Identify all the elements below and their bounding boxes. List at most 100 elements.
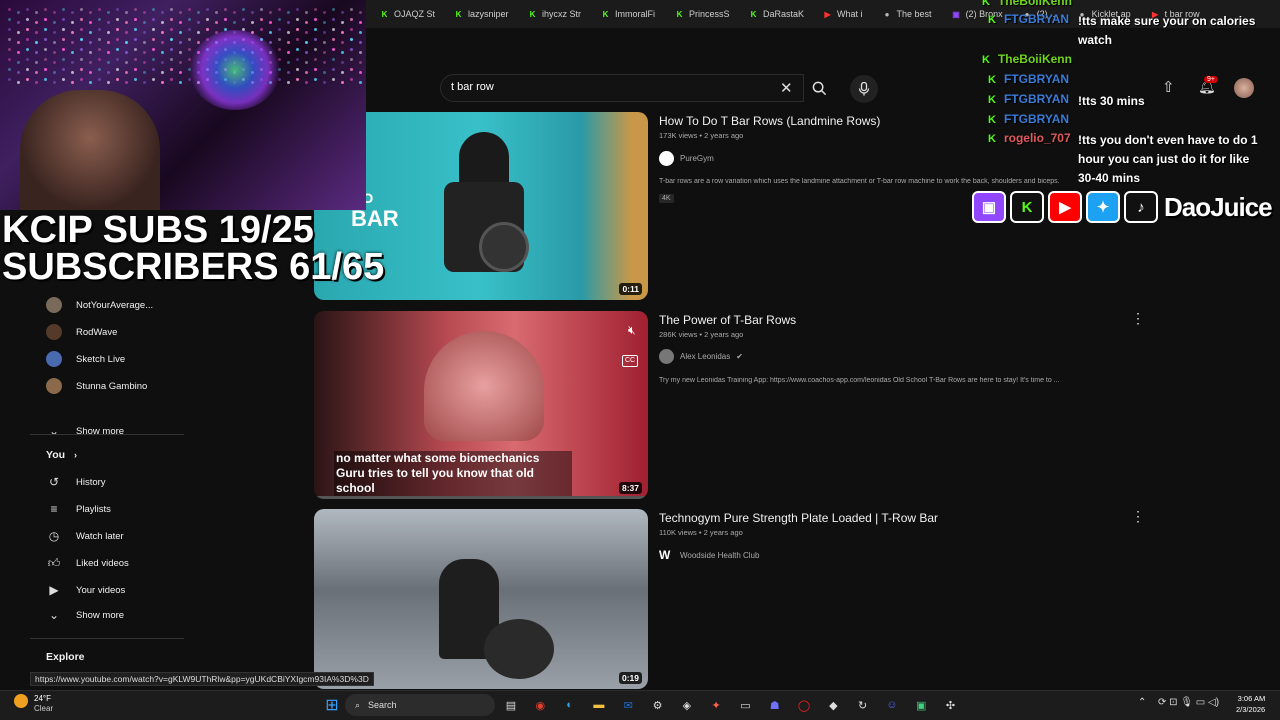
sidebar-subscription-item[interactable]: RodWave [46, 320, 117, 344]
led-dot [359, 31, 362, 34]
app-icon[interactable]: ✦ [707, 696, 725, 714]
sidebar-subscription-item[interactable]: Stunna Gambino [46, 374, 147, 398]
sidebar-subscription-item[interactable]: NotYourAverage... [46, 293, 153, 317]
clear-search-icon[interactable]: ✕ [780, 79, 793, 97]
video-channel-3[interactable]: W Woodside Health Club [659, 548, 759, 562]
led-dot [296, 68, 299, 71]
led-dot [278, 48, 281, 51]
app-icon[interactable]: ↻ [854, 696, 872, 714]
video-thumbnail-2[interactable]: 🔇︎ CC no matter what some biomechanics G… [314, 311, 648, 499]
video-thumbnail-3[interactable]: 0:19 [314, 509, 648, 689]
browser-tab[interactable]: K DaRastaK [741, 3, 811, 25]
sidebar-item-watch-later[interactable]: ◷ Watch later [46, 524, 124, 548]
sidebar-item-label: History [76, 476, 106, 488]
chevron-up-icon[interactable]: ⌃ [1138, 697, 1146, 708]
windows-start-icon[interactable]: ⊞ [323, 696, 341, 714]
sidebar-subscription-item[interactable]: Sketch Live [46, 347, 125, 371]
browser-tab[interactable]: K OJAQZ St [372, 3, 442, 25]
led-dot [107, 11, 110, 14]
video-title-1[interactable]: How To Do T Bar Rows (Landmine Rows) [659, 114, 880, 128]
discord-icon[interactable]: ☺ [883, 696, 901, 714]
sidebar-item-playlists[interactable]: ≡ Playlists [46, 497, 110, 521]
browser-tab[interactable]: K PrincessS [667, 3, 737, 25]
clock-date: 2/3/2026 [1236, 705, 1266, 714]
preview-progress-bar[interactable] [314, 496, 648, 499]
kick-icon: K [750, 9, 757, 19]
your-videos-icon: ▶ [49, 583, 59, 597]
system-tray-icons[interactable]: ⟳ ⊡ 🎙︎ ▭ ◁) [1158, 697, 1219, 708]
voice-search-button[interactable] [850, 75, 878, 103]
led-dot [152, 58, 155, 61]
thumbnail-figure [424, 331, 544, 441]
folder-icon[interactable]: ▬ [590, 696, 608, 714]
browser-tab-label: ImmoralFi [615, 9, 656, 19]
led-dot [53, 71, 56, 74]
taskbar-search[interactable]: ⌕ Search [345, 694, 495, 716]
weather-icon[interactable] [14, 694, 28, 708]
led-dot [89, 61, 92, 64]
video-title-2[interactable]: The Power of T-Bar Rows [659, 313, 796, 327]
chrome-icon[interactable]: ◉ [531, 696, 549, 714]
led-dot [80, 28, 83, 31]
sidebar-item-history[interactable]: ↺ History [46, 470, 106, 494]
channel-avatar [659, 349, 674, 364]
browser-tab[interactable]: ● The best [875, 3, 940, 25]
led-dot [152, 68, 155, 71]
video-title-3[interactable]: Technogym Pure Strength Plate Loaded | T… [659, 511, 938, 525]
browser-tab[interactable]: Kihycxz Str [520, 3, 589, 25]
sidebar-show-more[interactable]: ⌄ Show more [46, 419, 124, 443]
video-channel-1[interactable]: PureGym [659, 151, 714, 166]
led-dot [341, 51, 344, 54]
led-dot [341, 61, 344, 64]
app-icon[interactable]: ✣ [942, 696, 960, 714]
settings-icon[interactable]: ⚙ [649, 696, 667, 714]
browser-tab[interactable]: K ImmoralFi [593, 3, 663, 25]
weather-widget[interactable]: 24°F Clear [34, 694, 53, 714]
search-input-box[interactable] [440, 74, 804, 102]
terminal-icon[interactable]: ▭ [736, 696, 754, 714]
led-dot [125, 71, 128, 74]
led-dot [26, 48, 29, 51]
streamer-figure [20, 90, 160, 210]
led-dot [80, 68, 83, 71]
more-actions-icon[interactable]: ⋮ [1131, 508, 1145, 525]
sidebar-item-label: Liked videos [76, 557, 129, 569]
kcip-subs-text: KCIP SUBS 19/25 [2, 209, 314, 251]
sidebar-show-more[interactable]: ⌄ Show more [46, 603, 124, 627]
led-dot [116, 38, 119, 41]
sidebar-item-liked-videos[interactable]: 👍︎ Liked videos [46, 551, 129, 575]
channel-avatar [46, 378, 62, 394]
led-dot [152, 48, 155, 51]
app-icon[interactable]: ▣ [912, 696, 930, 714]
taskbar-clock[interactable]: 3:06 AM 2/3/2026 [1236, 693, 1265, 715]
teams-icon[interactable]: ☗ [766, 696, 784, 714]
app-icon[interactable]: ◈ [678, 696, 696, 714]
mute-icon[interactable]: 🔇︎ [628, 323, 636, 338]
channel-name[interactable]: Woodside Health Club [680, 551, 759, 560]
app-icon[interactable]: ◆ [824, 696, 842, 714]
channel-logo-icon: W [659, 548, 671, 562]
led-dot [323, 71, 326, 74]
closed-captions-icon[interactable]: CC [622, 355, 638, 367]
led-dot [35, 41, 38, 44]
chat-username: FTGBRYAN [1003, 112, 1070, 126]
sidebar-you-heading[interactable]: You › [46, 449, 77, 461]
outlook-icon[interactable]: ✉ [619, 696, 637, 714]
led-dot [143, 51, 146, 54]
browser-tab[interactable]: ▶ What i [815, 3, 871, 25]
sidebar-item-your-videos[interactable]: ▶ Your videos [46, 578, 125, 602]
search-input[interactable]: t bar row [451, 81, 494, 93]
browser-tab-label: The best [896, 9, 932, 19]
opera-icon[interactable]: ◯ [795, 696, 813, 714]
video-duration: 8:37 [618, 482, 642, 494]
search-button[interactable] [804, 74, 834, 102]
led-dot [8, 38, 11, 41]
file-icon[interactable]: ▤ [502, 696, 520, 714]
edge-icon[interactable]: ◐ [561, 696, 579, 714]
channel-name[interactable]: Alex Leonidas [680, 352, 730, 361]
browser-tab[interactable]: Klazysniper [446, 3, 516, 25]
more-actions-icon[interactable]: ⋮ [1131, 310, 1145, 327]
video-channel-2[interactable]: Alex Leonidas ✔ [659, 349, 743, 364]
led-dot [269, 11, 272, 14]
channel-name[interactable]: PureGym [680, 154, 714, 163]
